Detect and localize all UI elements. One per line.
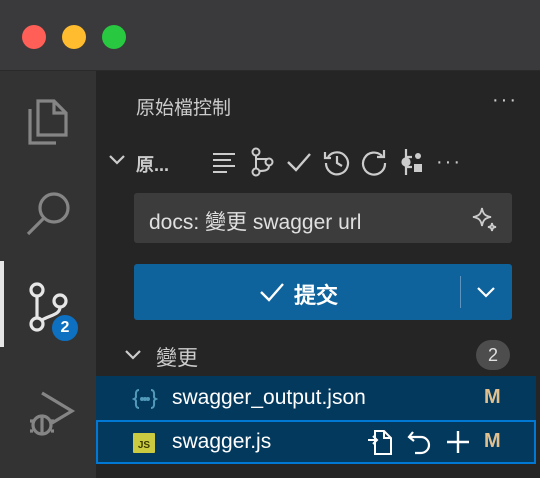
file-name: swagger_output.json [172,386,366,409]
discard-changes-button[interactable] [400,426,438,458]
panel-more-actions-button[interactable]: ··· [492,89,518,112]
panel-title: 原始檔控制 [136,98,232,119]
activity-search[interactable] [0,166,96,252]
file-status: M [484,386,501,408]
json-icon [132,389,158,409]
file-status: M [484,430,501,452]
run-debug-icon [30,391,76,436]
graph-icon [400,149,422,175]
repository-header[interactable]: 原... ··· [96,141,540,181]
refresh-icon [361,150,387,176]
activity-bar: 2 [0,71,96,478]
commit-options-dropdown[interactable] [461,264,512,320]
plus-icon [447,431,469,453]
repository-actions: ··· [206,147,469,177]
changed-file-row[interactable]: swagger_output.json M [96,376,536,420]
view-as-tree-button[interactable] [206,147,242,177]
sparkle-icon[interactable] [470,205,498,233]
zoom-window-button[interactable] [102,25,126,49]
commit-message-input[interactable]: docs: 變更 swagger url [134,193,512,243]
changes-count-badge: 2 [476,340,510,370]
commit-button-label: 提交 [294,283,339,308]
view-as-tree-icon [213,153,235,173]
commit-button[interactable]: 提交 [134,264,460,320]
file-row-actions [360,426,479,458]
discard-icon [406,431,430,455]
commit-message-text[interactable]: docs: 變更 swagger url [149,206,361,236]
history-icon [323,151,349,176]
commit-button-group: 提交 [134,264,512,320]
chevron-down-icon [477,287,495,298]
explorer-icon [28,99,68,145]
activity-source-control[interactable]: 2 [0,261,96,347]
svg-text:JS: JS [138,440,151,451]
branch-icon [251,147,273,177]
close-window-button[interactable] [22,25,46,49]
changed-file-row[interactable]: JS swagger.js M [96,420,536,464]
file-name: swagger.js [172,430,272,453]
changes-label: 變更 [156,347,198,370]
changes-group-header[interactable]: 變更 2 [96,337,540,373]
activity-explorer[interactable] [0,71,96,157]
commit-check-button[interactable] [281,147,317,177]
open-file-icon [368,430,392,455]
refresh-button[interactable] [356,147,392,177]
commit-check-icon [287,153,311,172]
source-control-badge: 2 [50,313,80,343]
minimize-window-button[interactable] [62,25,86,49]
activity-run-debug[interactable] [0,363,96,449]
repository-more-actions-button[interactable]: ··· [431,147,467,177]
search-icon [26,192,70,236]
open-file-button[interactable] [360,426,398,458]
history-button[interactable] [319,147,355,177]
chevron-down-icon[interactable] [124,348,142,362]
window-titlebar [0,0,540,71]
repository-name: 原... [136,155,170,175]
branch-button[interactable] [244,147,280,177]
check-icon [260,283,284,302]
graph-button[interactable] [394,147,430,177]
chevron-down-icon[interactable] [108,153,126,167]
stage-changes-button[interactable] [439,426,477,458]
source-control-panel: 原始檔控制 ··· 原... ··· docs: 變更 swagger url … [96,71,540,478]
js-icon: JS [133,433,155,453]
